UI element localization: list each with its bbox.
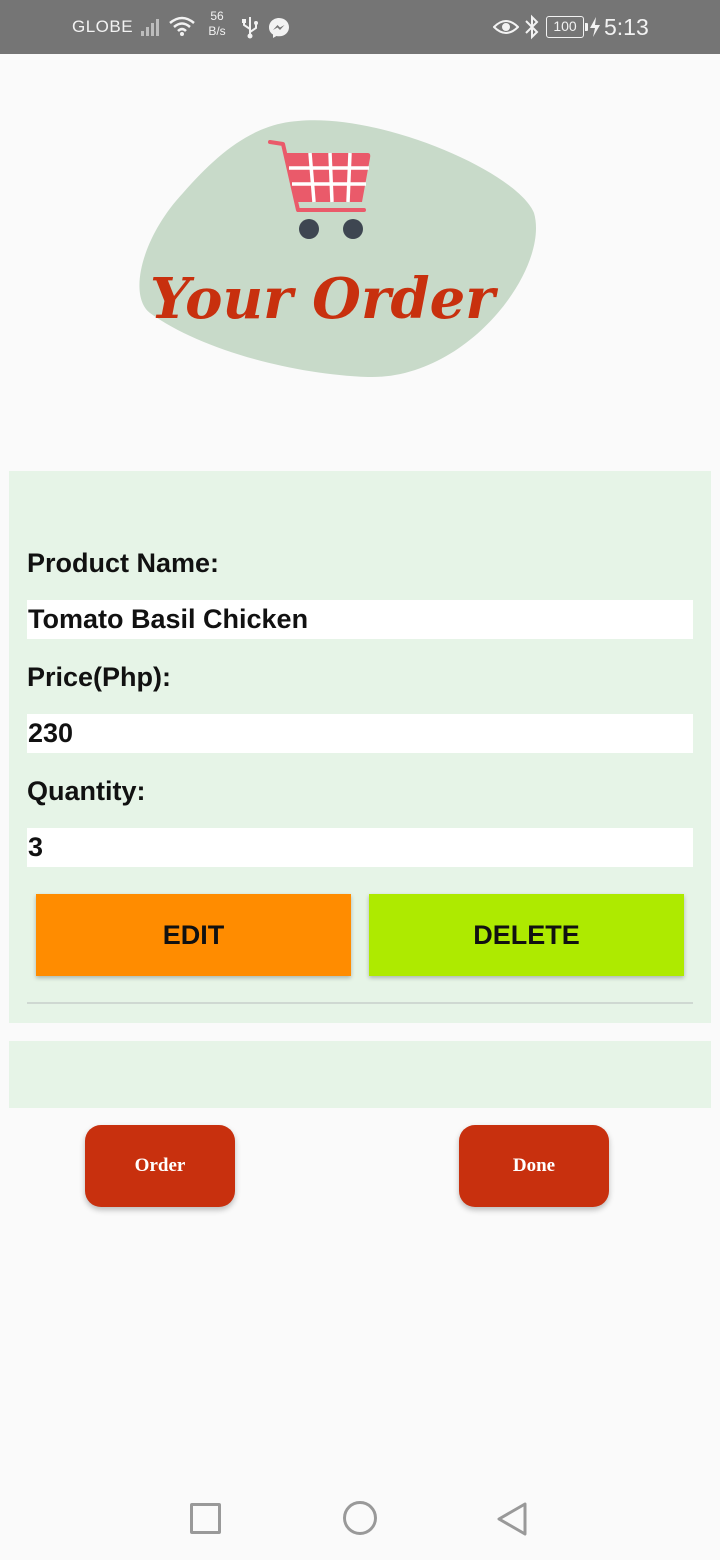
network-speed-value: 56 (210, 9, 224, 23)
order-button[interactable]: Order (85, 1125, 235, 1207)
logo-text: Your Order (150, 266, 498, 332)
eye-icon (493, 20, 519, 34)
divider (27, 1002, 693, 1004)
done-button[interactable]: Done (459, 1125, 609, 1207)
battery-icon: 100 (546, 16, 588, 38)
wifi-icon (169, 16, 195, 36)
navigation-bar (0, 1476, 720, 1560)
product-name-field[interactable]: Tomato Basil Chicken (27, 600, 693, 639)
edit-button[interactable]: EDIT (36, 894, 351, 976)
order-item-card: Product Name: Tomato Basil Chicken Price… (9, 471, 711, 1023)
network-speed-unit: B/s (208, 24, 226, 38)
status-bar: GLOBE 56 B/s 100 5:13 (0, 0, 720, 54)
product-name-label: Product Name: (27, 548, 220, 578)
signal-icon (141, 19, 159, 36)
carrier-name: GLOBE (72, 17, 134, 36)
usb-icon (242, 17, 258, 39)
home-icon[interactable] (343, 1501, 377, 1535)
empty-order-card (9, 1041, 711, 1108)
network-speed: 56 B/s (202, 9, 232, 39)
quantity-field[interactable]: 3 (27, 828, 693, 867)
charging-icon (590, 17, 600, 37)
delete-button[interactable]: DELETE (369, 894, 684, 976)
price-field[interactable]: 230 (27, 714, 693, 753)
quantity-label: Quantity: (27, 776, 146, 806)
recents-icon[interactable] (190, 1503, 221, 1534)
your-order-logo: Your Order (139, 120, 537, 378)
price-label: Price(Php): (27, 662, 172, 692)
clock: 5:13 (604, 14, 649, 40)
bluetooth-icon (525, 14, 539, 40)
messenger-icon (269, 18, 289, 38)
back-icon[interactable] (495, 1501, 529, 1537)
